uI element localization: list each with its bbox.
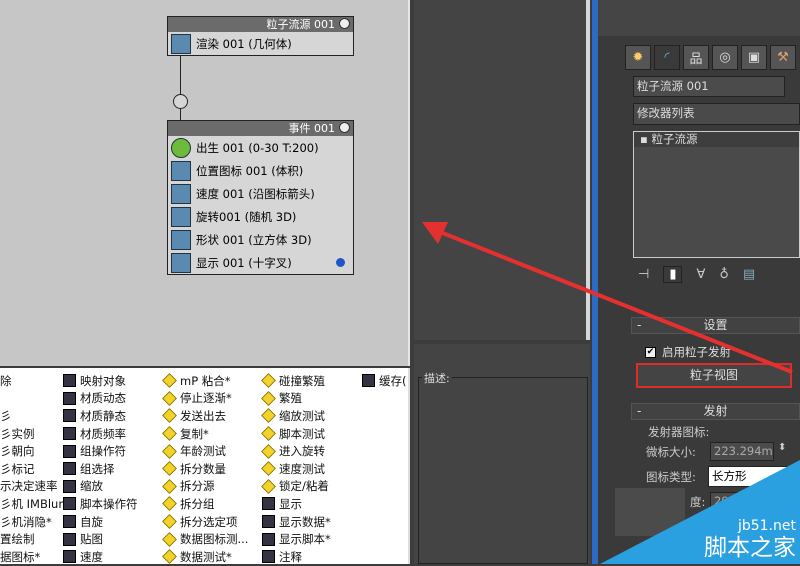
watermark: jb51.net 脚本之家 — [704, 518, 796, 561]
